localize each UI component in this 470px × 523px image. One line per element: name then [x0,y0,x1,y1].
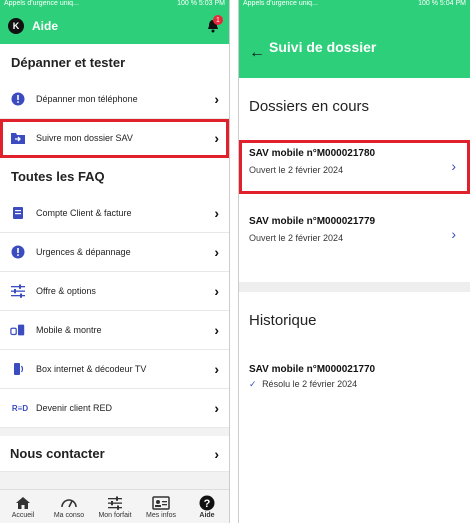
chevron-right-icon: › [214,244,219,260]
screen: Appels d'urgence uniq... 100 % 5:03 PM K… [0,0,470,523]
chevron-right-icon: › [451,158,456,174]
sliders-icon [10,283,26,299]
row-compte-client[interactable]: Compte Client & facture › [0,194,229,233]
nav-label: Accueil [11,511,35,519]
id-card-icon [152,495,170,511]
k-logo: K [8,18,24,34]
nav-label: Ma conso [53,511,85,519]
row-urgences[interactable]: Urgences & dépannage › [0,233,229,272]
status-carrier: Appels d'urgence uniq... [243,0,318,7]
status-bar: Appels d'urgence uniq... 100 % 5:04 PM [239,0,470,8]
section-title-contact: Nous contacter [10,446,105,461]
status-bar: Appels d'urgence uniq... 100 % 5:03 PM [0,0,229,8]
nav-label: Aide [199,511,215,519]
gauge-icon [60,495,78,511]
svg-text:?: ? [204,498,211,510]
page-title: Suivi de dossier [269,39,377,55]
help-icon: ? [199,495,215,511]
dossier-item-21780[interactable]: SAV mobile n°M000021780 Ouvert le 2 févr… [239,140,470,194]
row-label: Offre & options [36,286,96,296]
row-devenir-client-red[interactable]: R≡D Devenir client RED › [0,389,229,428]
folder-icon [10,130,26,146]
home-icon [15,495,31,511]
back-arrow-icon[interactable]: ← [249,44,265,62]
chevron-right-icon: › [214,400,219,416]
chevron-right-icon: › [214,205,219,221]
dossier-title: SAV mobile n°M000021779 [249,216,376,227]
page-title: Aide [32,19,59,33]
notification-badge: 1 [213,15,223,25]
row-nous-contacter[interactable]: Nous contacter › [0,436,229,472]
chevron-right-icon: › [214,361,219,377]
row-label: Devenir client RED [36,403,113,413]
row-label: Mobile & montre [36,325,102,335]
bottom-nav: Accueil Ma conso Mon forfait Mes infos ?… [0,489,229,523]
chevron-right-icon: › [214,130,219,146]
router-icon [10,361,26,377]
nav-mon-forfait[interactable]: Mon forfait [92,490,138,523]
depanner-list: Dépanner mon téléphone › Suivre mon doss… [0,80,229,158]
row-box-internet[interactable]: Box internet & décodeur TV › [0,350,229,389]
app-header: ← Suivi de dossier [239,8,470,78]
alert-icon [10,91,26,107]
row-mobile-montre[interactable]: Mobile & montre › [0,311,229,350]
chevron-right-icon: › [214,322,219,338]
phone-watch-icon [10,322,26,338]
red-logo-icon: R≡D [11,403,29,413]
dossier-title: SAV mobile n°M000021770 [249,364,376,375]
nav-mes-infos[interactable]: Mes infos [138,490,184,523]
status-carrier: Appels d'urgence uniq... [4,0,79,7]
status-time: 100 % 5:03 PM [177,0,225,7]
check-icon: ✓ [249,379,257,389]
dossier-date: le 2 février 2024 [278,233,344,243]
nav-ma-conso[interactable]: Ma conso [46,490,92,523]
sliders-icon [107,495,123,511]
row-label: Compte Client & facture [36,208,132,218]
dossier-status: Ouvert [249,233,277,243]
nav-aide[interactable]: ? Aide [184,490,229,523]
section-title-faq: Toutes les FAQ [0,158,229,194]
row-label: Dépanner mon téléphone [36,94,138,104]
dossier-status: Ouvert [249,165,277,175]
suivi-dossier-screen: Appels d'urgence uniq... 100 % 5:04 PM ←… [238,0,470,523]
chevron-right-icon: › [451,226,456,242]
status-time: 100 % 5:04 PM [418,0,466,7]
chevron-right-icon: › [214,283,219,299]
row-label: Suivre mon dossier SAV [36,133,133,143]
row-label: Urgences & dépannage [36,247,131,257]
app-header: K Aide 1 [0,8,229,44]
row-depanner-telephone[interactable]: Dépanner mon téléphone › [0,80,229,119]
dossier-date: le 2 février 2024 [278,165,344,175]
faq-list: Compte Client & facture › Urgences & dép… [0,194,229,428]
row-suivre-dossier-sav[interactable]: Suivre mon dossier SAV › [0,119,229,158]
dossier-title: SAV mobile n°M000021780 [249,148,376,159]
chevron-right-icon: › [214,91,219,107]
history-item-21770[interactable]: SAV mobile n°M000021770 ✓ Résolu le 2 fé… [239,354,470,400]
nav-accueil[interactable]: Accueil [0,490,46,523]
chevron-right-icon: › [214,445,219,462]
nav-label: Mon forfait [98,511,132,519]
row-label: Box internet & décodeur TV [36,364,147,374]
alert-icon [10,244,26,260]
dossier-item-21779[interactable]: SAV mobile n°M000021779 Ouvert le 2 févr… [239,208,470,264]
aide-screen: Appels d'urgence uniq... 100 % 5:03 PM K… [0,0,230,523]
section-title-depanner: Dépanner et tester [0,44,229,80]
section-title-historique: Historique [249,311,317,329]
section-title-en-cours: Dossiers en cours [249,97,370,115]
dossier-status: Résolu le 2 février 2024 [262,379,358,389]
row-offre-options[interactable]: Offre & options › [0,272,229,311]
nav-label: Mes infos [146,511,176,519]
invoice-icon [10,205,26,221]
